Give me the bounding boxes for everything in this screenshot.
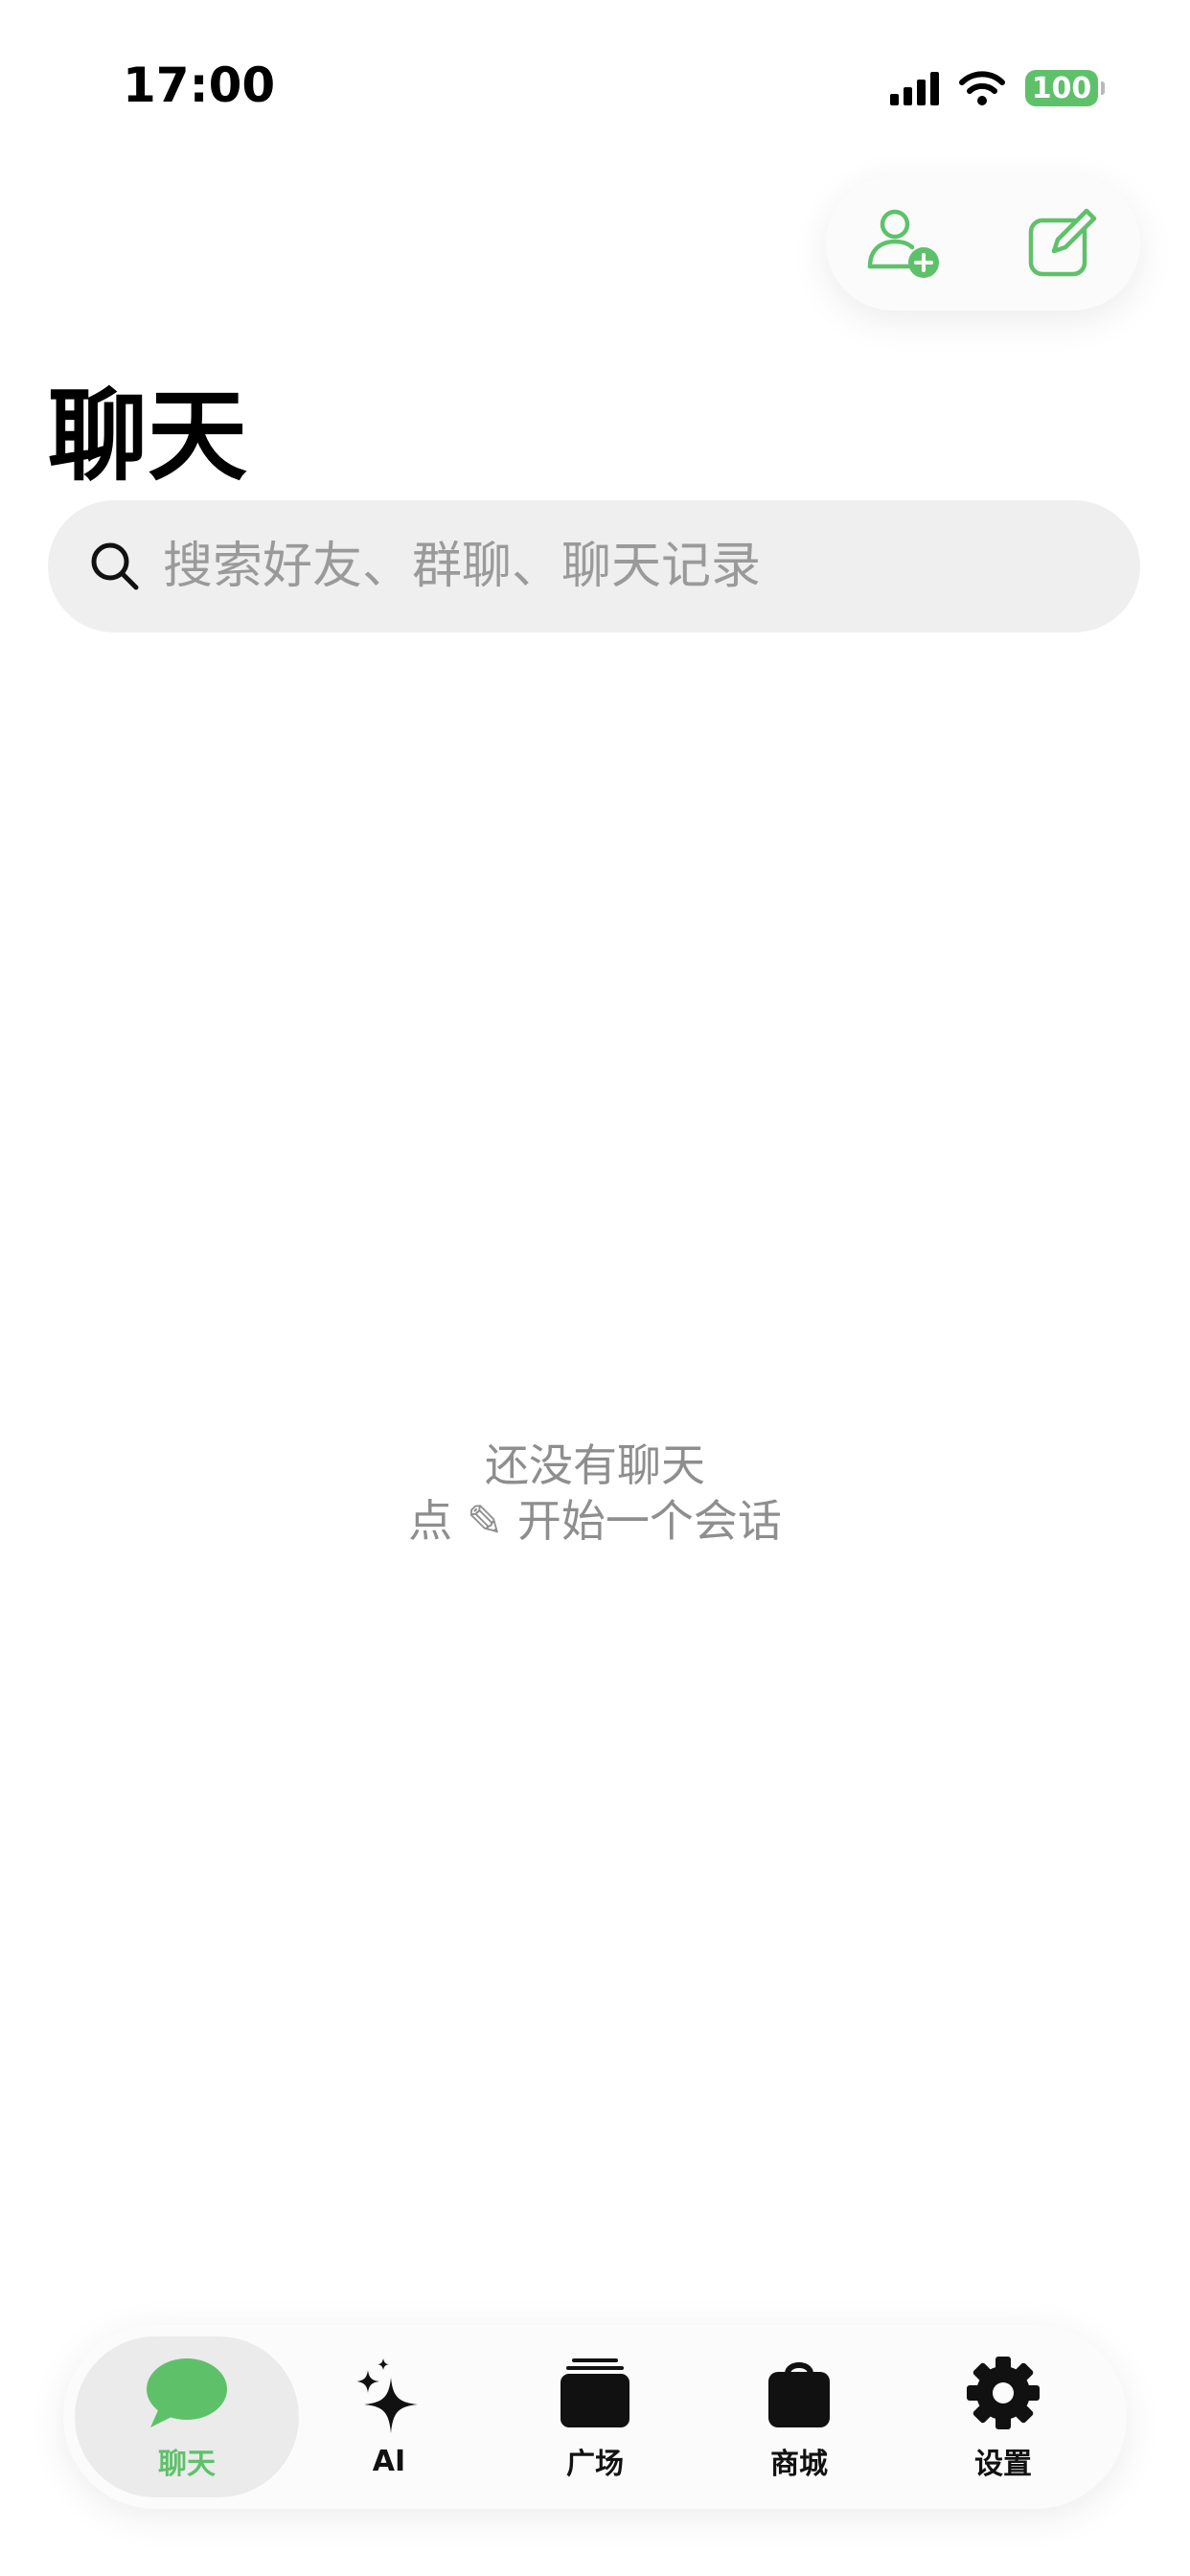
tab-settings[interactable]: 设置	[891, 2336, 1115, 2497]
page-title: 聊天	[48, 378, 248, 494]
shopping-bag-icon	[756, 2352, 842, 2434]
tab-mall[interactable]: 商城	[687, 2336, 911, 2497]
search-icon	[91, 542, 139, 590]
add-friend-button[interactable]	[857, 196, 952, 291]
sparkles-icon	[346, 2357, 432, 2439]
compose-icon	[1028, 208, 1097, 277]
empty-state-title: 还没有聊天	[485, 1439, 705, 1491]
tab-label: 设置	[974, 2448, 1032, 2481]
chat-bubble-icon	[144, 2352, 230, 2434]
compose-button[interactable]	[1014, 196, 1110, 291]
cellular-signal-icon	[890, 71, 939, 105]
chat-screen: 17:00 100 聊天 搜索好友、群聊、聊天记录 还没有聊天 点 ✎ 开始一个…	[0, 0, 1190, 2576]
tab-plaza[interactable]: 广场	[483, 2336, 707, 2497]
search-bar[interactable]	[48, 500, 1140, 632]
empty-state-hint: 点 ✎ 开始一个会话	[408, 1495, 782, 1547]
tab-label: 广场	[566, 2448, 624, 2481]
tab-label: AI	[372, 2444, 406, 2478]
stack-icon	[552, 2352, 638, 2434]
tab-label: 商城	[770, 2448, 828, 2481]
wifi-icon	[959, 71, 1005, 105]
tab-chat[interactable]: 聊天	[75, 2336, 299, 2497]
status-indicators: 100	[890, 67, 1105, 109]
empty-state: 还没有聊天 点 ✎ 开始一个会话	[0, 1438, 1190, 1549]
add-friend-icon	[867, 209, 939, 278]
tab-bar: 聊天 AI 广场 商城 设置	[63, 2325, 1127, 2509]
tab-label: 聊天	[158, 2448, 216, 2481]
search-input[interactable]	[161, 537, 1085, 596]
gear-icon	[960, 2352, 1046, 2434]
tab-ai[interactable]: AI	[277, 2336, 501, 2497]
status-time: 17:00	[123, 58, 276, 113]
header-actions	[826, 176, 1140, 310]
battery-indicator: 100	[1025, 70, 1105, 106]
